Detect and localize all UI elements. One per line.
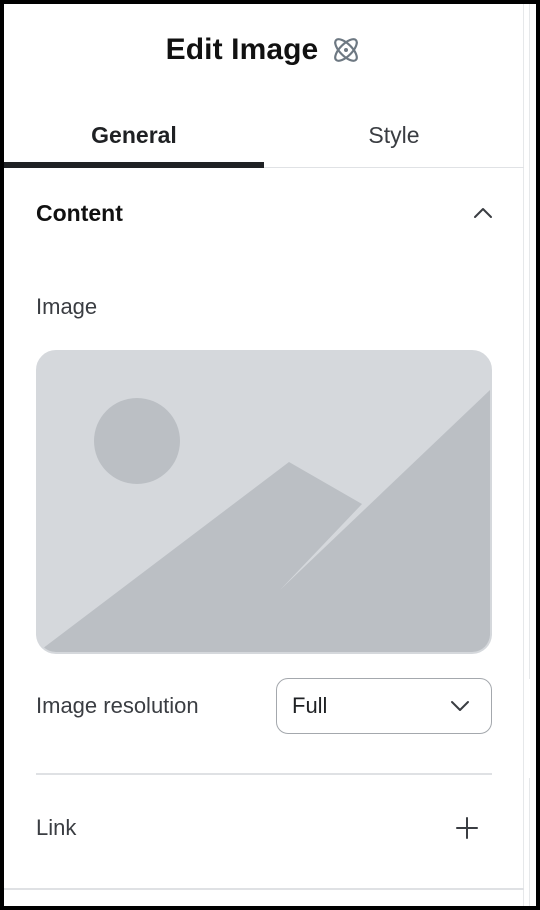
section-title: Content bbox=[36, 199, 123, 226]
image-placeholder-icon bbox=[38, 352, 490, 652]
divider bbox=[529, 778, 530, 906]
plus-icon[interactable] bbox=[454, 815, 480, 841]
atom-icon[interactable] bbox=[330, 34, 362, 66]
divider bbox=[4, 888, 524, 890]
image-placeholder[interactable] bbox=[36, 350, 492, 654]
tab-style[interactable]: Style bbox=[264, 104, 524, 167]
chevron-up-icon[interactable] bbox=[472, 202, 494, 224]
image-resolution-row: Image resolution Full bbox=[36, 678, 492, 734]
image-resolution-label: Image resolution bbox=[36, 693, 199, 718]
image-field-label: Image bbox=[36, 294, 98, 319]
link-label: Link bbox=[36, 815, 77, 840]
link-row[interactable]: Link bbox=[36, 806, 492, 850]
image-resolution-value: Full bbox=[292, 693, 328, 718]
divider bbox=[36, 773, 492, 775]
chevron-down-icon bbox=[449, 695, 471, 717]
tab-general[interactable]: General bbox=[4, 104, 264, 168]
right-edge-strip bbox=[525, 4, 536, 906]
panel-header: Edit Image bbox=[4, 4, 524, 96]
image-resolution-select[interactable]: Full bbox=[276, 678, 492, 734]
content-section-toggle[interactable]: Content bbox=[36, 190, 494, 236]
panel-title: Edit Image bbox=[165, 33, 319, 66]
tab-bar: General Style bbox=[4, 104, 524, 168]
divider bbox=[529, 4, 530, 679]
edit-image-panel: Edit Image General Style Content Image I… bbox=[4, 4, 524, 906]
